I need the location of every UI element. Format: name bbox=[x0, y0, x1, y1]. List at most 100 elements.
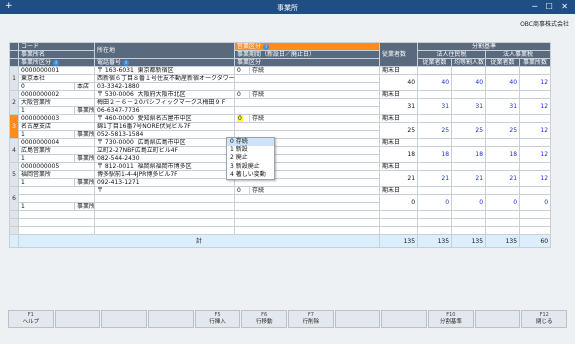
fkey-f5-insert-row-button[interactable]: F5 行挿入 bbox=[194, 310, 241, 328]
fkey-blank-button[interactable] bbox=[474, 310, 521, 328]
type-code-cell[interactable]: 0 bbox=[18, 82, 75, 91]
info-icon[interactable]: i bbox=[263, 44, 270, 50]
dropdown-option[interactable]: 4 著しい変動 bbox=[227, 171, 274, 179]
code-cell[interactable]: 0000000005 bbox=[17, 162, 96, 171]
table-row[interactable]: 2 0000000002 〒 530-0006 大阪府大阪市北区 0 存続 期末… bbox=[9, 90, 552, 115]
address-line2-cell[interactable] bbox=[94, 194, 236, 203]
fkey-f1-help-button[interactable]: F1 ヘルプ bbox=[8, 310, 54, 328]
name-cell[interactable]: 福岡営業所 bbox=[17, 170, 96, 179]
fkey-blank-button[interactable] bbox=[381, 310, 428, 328]
header-name: 事業所名 bbox=[17, 50, 96, 59]
employees-cell[interactable]: 25 bbox=[379, 122, 419, 139]
address-cell[interactable]: 〒 460-0000 愛知県名古屋市中区 bbox=[94, 114, 236, 123]
header-col3: 従業者数 bbox=[485, 58, 521, 67]
fkey-f6-move-row-button[interactable]: F6 行移動 bbox=[241, 310, 288, 328]
employees-cell[interactable]: 40 bbox=[379, 74, 419, 91]
type-cell: 事業所 bbox=[73, 202, 96, 211]
phone-cell[interactable] bbox=[94, 202, 236, 211]
biz-type-dropdown[interactable]: 0 存続 1 新設 2 廃止 3 新設廃止 4 著しい変動 bbox=[226, 137, 275, 180]
info-icon[interactable]: i bbox=[53, 60, 60, 66]
type-code-cell[interactable]: 1 bbox=[18, 154, 75, 163]
address-line2-cell[interactable]: 錦1丁目16番7号NORE伏見ビル7F bbox=[94, 122, 236, 131]
biz-code-cell[interactable]: 0 bbox=[234, 66, 251, 75]
employees-cell[interactable]: 0 bbox=[379, 194, 419, 211]
header-col2: 均等割人数 bbox=[451, 58, 487, 67]
total-col1: 135 bbox=[417, 234, 453, 248]
biz-code-cell[interactable]: 0 bbox=[234, 90, 251, 99]
phone-cell[interactable]: 052-5813-1584 bbox=[94, 130, 236, 139]
corp-tax-persons: 21 bbox=[451, 170, 487, 187]
fkey-blank-button[interactable] bbox=[54, 310, 101, 328]
name-cell[interactable]: 広島営業所 bbox=[17, 146, 96, 155]
code-cell[interactable]: 0000000004 bbox=[17, 138, 96, 147]
row-number: 1 bbox=[9, 66, 19, 91]
name-cell[interactable]: 名古屋支店 bbox=[17, 122, 96, 131]
table-row[interactable]: 1 0000000001 〒 163-6031 東京都新宿区 0 存続 期末日 bbox=[9, 66, 552, 91]
row-number: 6 bbox=[9, 186, 19, 211]
biz-code-cell[interactable]: 0 bbox=[234, 114, 251, 123]
table-row[interactable]: 6 〒 0 存続 期末日 bbox=[9, 186, 552, 211]
type-code-cell[interactable]: 1 bbox=[18, 202, 75, 211]
window-title: 事業所 bbox=[277, 4, 298, 12]
address-cell[interactable]: 〒 812-0011 福岡県福岡市博多区 bbox=[94, 162, 236, 171]
corp-tax-employees: 25 bbox=[417, 122, 453, 139]
corp-tax-persons: 18 bbox=[451, 146, 487, 163]
table-row[interactable]: 3 0000000003 〒 460-0000 愛知県名古屋市中区 0 存続 期… bbox=[9, 114, 552, 139]
total-col4: 60 bbox=[519, 234, 552, 248]
address-cell[interactable]: 〒 530-0006 大阪府大阪市北区 bbox=[94, 90, 236, 99]
employees-cell[interactable]: 31 bbox=[379, 98, 419, 115]
code-cell[interactable]: 0000000001 bbox=[17, 66, 96, 75]
dropdown-option[interactable]: 2 廃止 bbox=[227, 154, 274, 162]
code-cell[interactable]: 0000000002 bbox=[17, 90, 96, 99]
row-number: 2 bbox=[9, 90, 19, 115]
type-code-cell[interactable]: 1 bbox=[18, 106, 75, 115]
address-cell[interactable]: 〒 163-6031 東京都新宿区 bbox=[94, 66, 236, 75]
address-line2-cell[interactable]: 西新宿６丁目８番１号住友不動産新宿オークタワー bbox=[94, 74, 236, 83]
address-cell[interactable]: 〒 730-0000 広島県広島市中区 bbox=[94, 138, 236, 147]
phone-cell[interactable]: 092-413-1271 bbox=[94, 178, 236, 187]
employees-cell[interactable]: 18 bbox=[379, 146, 419, 163]
corp-tax-employees: 18 bbox=[417, 146, 453, 163]
function-key-bar: F1 ヘルプ F5 行挿入 F6 行移動 F7 行削除 F10 分割基準 F12 閉じる bbox=[8, 310, 568, 328]
corp-tax-employees: 40 bbox=[417, 74, 453, 91]
type-code-cell[interactable]: 1 bbox=[18, 130, 75, 139]
dropdown-option[interactable]: 0 存続 bbox=[227, 138, 274, 147]
address-line2-cell[interactable]: 梅田２－６－２0パシフィックマークス梅田９Ｆ bbox=[94, 98, 236, 107]
code-cell[interactable]: 0000000003 bbox=[17, 114, 96, 123]
dropdown-option[interactable]: 3 新設廃止 bbox=[227, 163, 274, 171]
address-line2-cell[interactable]: 立町2-27NBF広島立町ビル4F bbox=[94, 146, 236, 155]
employees-cell[interactable]: 21 bbox=[379, 170, 419, 187]
row-number: 5 bbox=[9, 162, 19, 187]
corp-biz-employees: 25 bbox=[485, 122, 521, 139]
header-corp-biz: 法人事業税 bbox=[485, 50, 552, 59]
table-row[interactable]: 5 0000000005 〒 812-0011 福岡県福岡市博多区 期末日 bbox=[9, 162, 552, 187]
corp-tax-persons: 25 bbox=[451, 122, 487, 139]
fkey-f12-close-button[interactable]: F12 閉じる bbox=[521, 310, 568, 328]
phone-cell[interactable]: 082-544-2430 bbox=[94, 154, 236, 163]
info-icon[interactable]: i bbox=[123, 60, 130, 66]
name-cell[interactable]: 大阪営業所 bbox=[17, 98, 96, 107]
code-cell[interactable] bbox=[17, 186, 96, 195]
fkey-blank-button[interactable] bbox=[101, 310, 148, 328]
type-code-cell[interactable]: 1 bbox=[18, 178, 75, 187]
corp-tax-employees: 31 bbox=[417, 98, 453, 115]
corp-biz-offices: 12 bbox=[519, 170, 552, 187]
fkey-blank-button[interactable] bbox=[334, 310, 381, 328]
corp-tax-employees: 0 bbox=[417, 194, 453, 211]
phone-cell[interactable]: 06-6347-7736 bbox=[94, 106, 236, 115]
fkey-f10-split-basis-button[interactable]: F10 分割基準 bbox=[428, 310, 474, 328]
name-cell[interactable] bbox=[17, 194, 96, 203]
table-row[interactable]: 4 0000000004 〒 730-0000 広島県広島市中区 期末日 bbox=[9, 138, 552, 163]
corp-biz-employees: 40 bbox=[485, 74, 521, 91]
corp-tax-persons: 40 bbox=[451, 74, 487, 91]
fkey-f7-delete-row-button[interactable]: F7 行削除 bbox=[288, 310, 334, 328]
address-cell[interactable]: 〒 bbox=[94, 186, 236, 195]
window-controls[interactable]: ─ ☐ ✕ bbox=[532, 2, 571, 11]
fkey-blank-button[interactable] bbox=[148, 310, 194, 328]
name-cell[interactable]: 東京本社 bbox=[17, 74, 96, 83]
biz-code-cell[interactable]: 0 bbox=[234, 186, 251, 195]
header-employees: 従業者数 bbox=[379, 42, 419, 67]
total-label: 計 bbox=[17, 234, 381, 248]
phone-cell[interactable]: 03-3342-1880 bbox=[94, 82, 236, 91]
address-line2-cell[interactable]: 博多駅前1-4-4JPR博多ビル7F bbox=[94, 170, 236, 179]
